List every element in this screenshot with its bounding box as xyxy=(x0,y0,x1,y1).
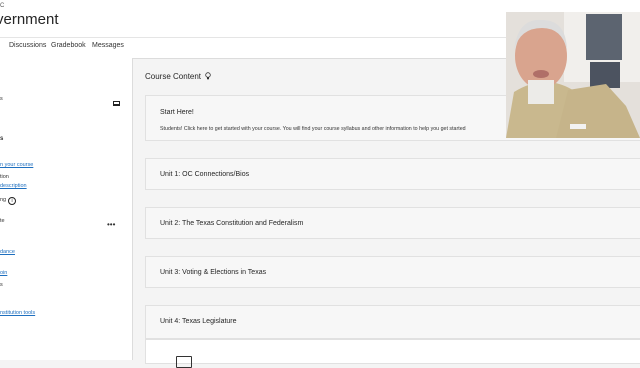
tab-gradebook[interactable]: Gradebook xyxy=(51,42,86,49)
sidebar-link-course[interactable]: n your course xyxy=(0,162,33,168)
details-sidebar: s s n your course tion description ng i … xyxy=(0,58,133,360)
sidebar-item-groups: s xyxy=(0,282,3,288)
sidebar-link-join[interactable]: oin xyxy=(0,270,7,276)
course-title: vernment xyxy=(0,11,59,28)
more-options-icon[interactable]: ••• xyxy=(107,220,115,229)
webcam-overlay xyxy=(506,12,640,138)
module-title: Unit 1: OC Connections/Bios xyxy=(160,171,250,178)
info-icon[interactable]: i xyxy=(8,197,16,205)
module-title: Start Here! xyxy=(160,109,194,116)
module-unit-2[interactable]: Unit 2: The Texas Constitution and Feder… xyxy=(145,207,640,239)
sidebar-heading-details: s xyxy=(0,136,4,142)
course-code: C xyxy=(0,3,5,9)
webcam-video-frame xyxy=(506,12,640,138)
module-unit-3[interactable]: Unit 3: Voting & Elections in Texas xyxy=(145,256,640,288)
sidebar-link-institution-tools[interactable]: nstitution tools xyxy=(0,310,35,316)
module-title: Unit 3: Voting & Elections in Texas xyxy=(160,269,267,276)
course-content-title: Course Content xyxy=(145,72,202,81)
sidebar-item-banner: ng xyxy=(0,197,7,203)
lightbulb-icon[interactable] xyxy=(205,72,211,80)
module-unit-1[interactable]: Unit 1: OC Connections/Bios xyxy=(145,158,640,190)
module-description: Students! Click here to get started with… xyxy=(160,126,466,132)
module-title: Unit 4: Texas Legislature xyxy=(160,318,237,325)
sidebar-link-attendance[interactable]: dance xyxy=(0,249,15,255)
sidebar-item-instructors: s xyxy=(0,96,3,102)
mail-icon[interactable] xyxy=(113,101,120,106)
module-unit-4[interactable]: Unit 4: Texas Legislature xyxy=(145,305,640,339)
tab-discussions[interactable]: Discussions xyxy=(9,42,46,49)
sidebar-item-status: te xyxy=(0,218,5,224)
content-item-card[interactable] xyxy=(145,339,640,368)
sidebar-item-description-heading: tion xyxy=(0,174,9,180)
sidebar-link-description[interactable]: description xyxy=(0,183,27,189)
tab-messages[interactable]: Messages xyxy=(92,42,124,49)
module-title: Unit 2: The Texas Constitution and Feder… xyxy=(160,220,304,227)
document-icon xyxy=(176,356,192,368)
